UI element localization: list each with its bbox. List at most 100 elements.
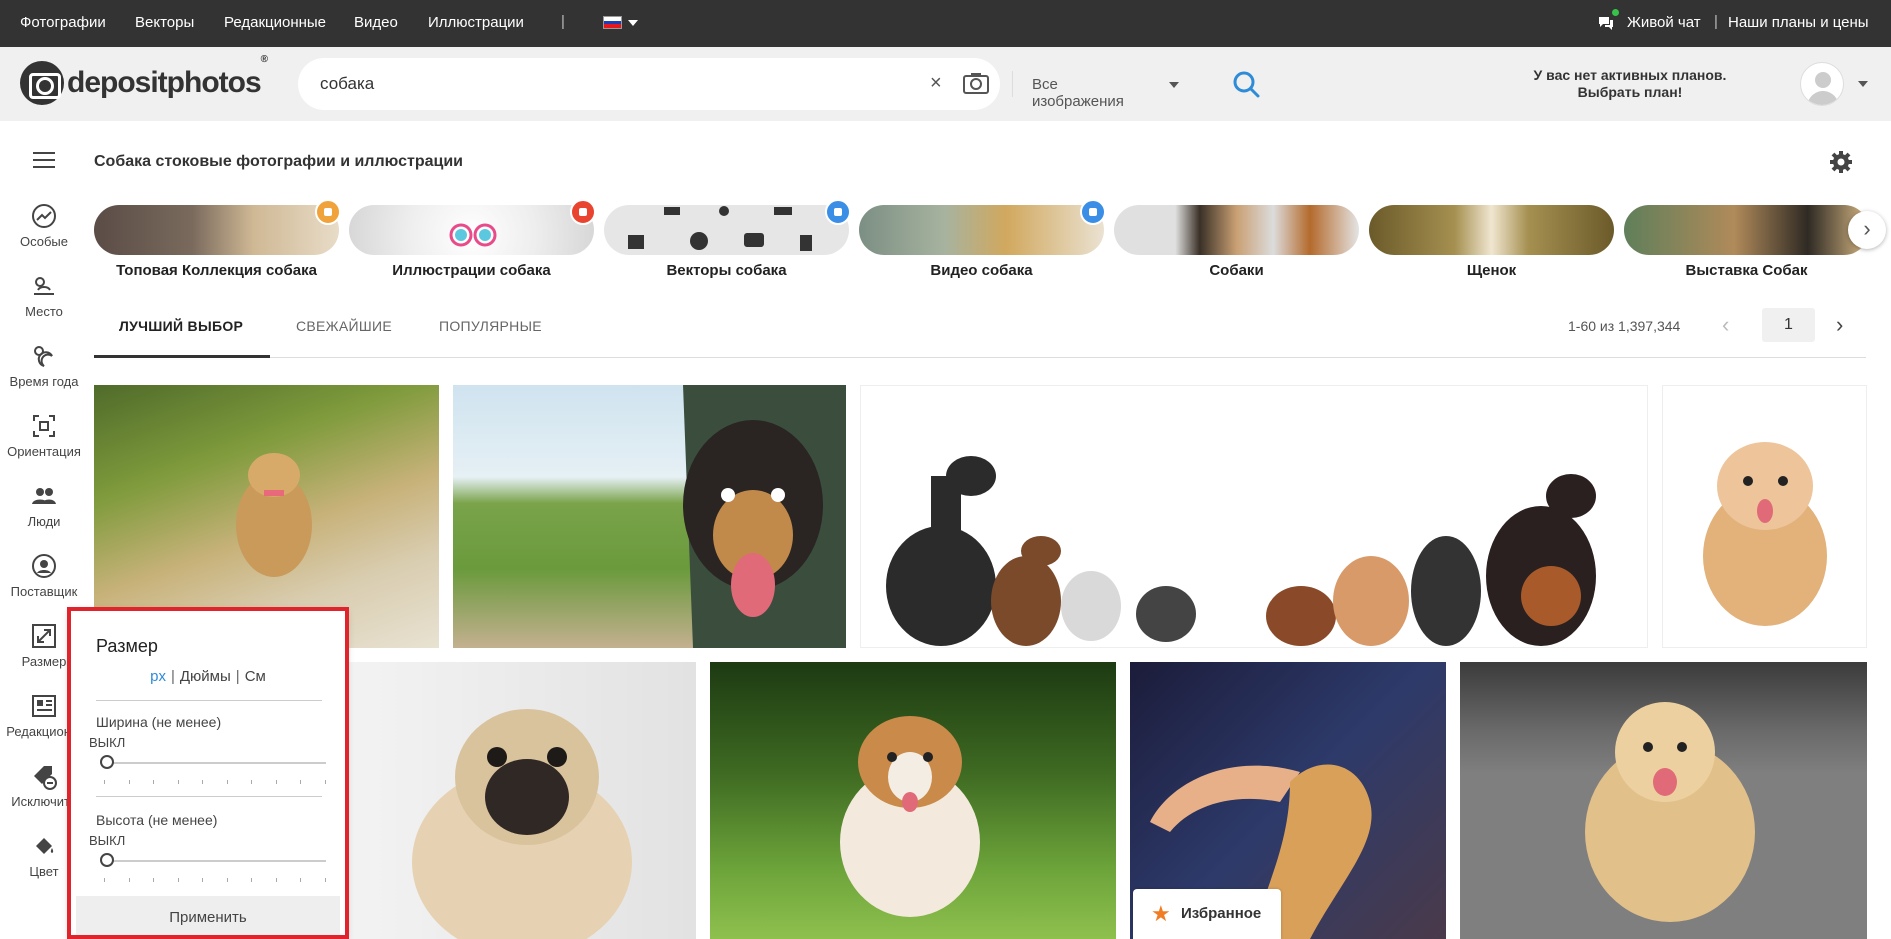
unit-inches[interactable]: Дюймы <box>180 668 231 685</box>
size-filter-title: Размер <box>96 636 158 656</box>
category-label[interactable]: Собаки <box>1114 262 1359 279</box>
category-video[interactable] <box>859 205 1104 255</box>
plan-notice-line1: У вас нет активных планов. <box>1533 67 1727 83</box>
depositphotos-logo[interactable]: depositphotos® <box>20 54 268 106</box>
sidebar-item-label: Размер <box>21 654 67 669</box>
nav-video[interactable]: Видео <box>354 14 398 31</box>
sidebar-item-special[interactable]: Особые <box>0 202 88 249</box>
camera-logo-icon <box>20 61 64 105</box>
unit-px[interactable]: px <box>150 668 166 685</box>
nav-editorial[interactable]: Редакционные <box>224 14 326 31</box>
tab-newest[interactable]: СВЕЖАЙШИЕ <box>296 318 392 334</box>
exclude-tag-icon <box>34 766 57 790</box>
user-avatar-icon <box>1807 72 1839 105</box>
category-dogs[interactable] <box>1114 205 1359 255</box>
sidebar-item-people[interactable]: Люди <box>0 482 88 529</box>
photo-tile[interactable] <box>710 662 1116 939</box>
divider <box>96 796 322 797</box>
photo-tile[interactable] <box>1460 662 1867 939</box>
photo-tile[interactable] <box>453 385 846 648</box>
paint-bucket-icon <box>36 838 54 854</box>
plans-prices-link[interactable]: Наши планы и цены <box>1728 14 1869 31</box>
brush-icon <box>570 199 596 225</box>
category-illustrations[interactable] <box>349 205 594 255</box>
logo-text: depositphotos® <box>67 54 268 99</box>
image-type-select[interactable]: Все изображения <box>1032 76 1124 110</box>
category-top-collection[interactable] <box>94 205 339 255</box>
choose-plan-link[interactable]: Выбрать план! <box>1520 84 1740 101</box>
sidebar-item-season[interactable]: Время года <box>0 342 88 389</box>
search-divider <box>1012 71 1013 97</box>
width-slider-handle[interactable] <box>100 755 114 769</box>
photo-tile[interactable] <box>94 385 439 648</box>
category-label[interactable]: Видео собака <box>859 262 1104 279</box>
chat-icon[interactable] <box>1597 15 1615 31</box>
search-icon[interactable] <box>1232 70 1260 98</box>
search-bar: собака × Все изображения <box>298 58 1260 110</box>
height-slider-ticks <box>104 878 326 882</box>
avatar[interactable] <box>1800 62 1844 106</box>
unit-selector: px | Дюймы | См <box>70 668 346 685</box>
favorites-label: Избранное <box>1181 905 1262 922</box>
sidebar-item-label: Особые <box>19 234 68 249</box>
category-label[interactable]: Выставка Собак <box>1624 262 1869 279</box>
photo-tile[interactable] <box>1662 385 1867 648</box>
category-vectors[interactable] <box>604 205 849 255</box>
people-icon <box>32 488 56 504</box>
category-label[interactable]: Топовая Коллекция собака <box>94 262 339 279</box>
category-puppy[interactable] <box>1369 205 1614 255</box>
unit-separator: | <box>170 668 175 685</box>
apply-button[interactable]: Применить <box>76 896 340 939</box>
photo-tile[interactable] <box>860 385 1648 648</box>
clear-search-icon[interactable]: × <box>930 72 942 95</box>
nav-vectors[interactable]: Векторы <box>135 14 194 31</box>
sidebar-item-contributor[interactable]: Поставщик <box>0 552 88 599</box>
nav-photos[interactable]: Фотографии <box>20 14 106 31</box>
sidebar-item-orientation[interactable]: Ориентация <box>0 412 88 459</box>
category-label[interactable]: Щенок <box>1369 262 1614 279</box>
results-count: 1-60 из 1,397,344 <box>1568 318 1681 334</box>
width-slider-ticks <box>104 780 326 784</box>
running-terrier-photo <box>236 453 312 577</box>
sidebar-item-place[interactable]: Место <box>0 272 88 319</box>
chevron-down-icon[interactable] <box>1169 82 1179 88</box>
search-input[interactable]: собака <box>320 74 374 94</box>
resize-icon <box>32 624 56 648</box>
sidebar-item-label: Поставщик <box>10 584 78 599</box>
tab-popular[interactable]: ПОПУЛЯРНЫЕ <box>439 318 542 334</box>
height-slider-track[interactable] <box>104 860 326 862</box>
prev-page-icon[interactable]: ‹ <box>1722 312 1729 338</box>
width-slider-track[interactable] <box>104 762 326 764</box>
dog-illustration-thumbnail <box>449 223 497 247</box>
nav-illustrations[interactable]: Иллюстрации <box>428 14 524 31</box>
nav-right-separator: | <box>1714 13 1718 30</box>
sidebar-item-label: Время года <box>9 374 79 389</box>
language-dropdown-icon[interactable] <box>628 20 638 26</box>
golden-retriever-on-sofa-photo <box>1460 702 1867 939</box>
chevron-right-icon[interactable]: › <box>1848 211 1886 249</box>
menu-icon[interactable] <box>33 152 55 173</box>
orientation-icon <box>33 415 55 437</box>
plan-notice[interactable]: У вас нет активных планов. Выбрать план! <box>1520 67 1740 101</box>
sidebar-item-label: Исключить <box>11 794 77 809</box>
tab-best[interactable]: ЛУЧШИЙ ВЫБОР <box>119 318 243 334</box>
favorites-button[interactable]: ★ Избранное <box>1133 889 1281 939</box>
camera-search-icon[interactable] <box>962 71 990 95</box>
live-chat-link[interactable]: Живой чат <box>1627 14 1701 31</box>
next-page-icon[interactable]: › <box>1836 312 1843 338</box>
header: depositphotos® собака × Все изображения … <box>0 47 1891 121</box>
height-slider-handle[interactable] <box>100 853 114 867</box>
category-label[interactable]: Иллюстрации собака <box>349 262 594 279</box>
page-number-input[interactable]: 1 <box>1762 308 1815 342</box>
account-menu-chevron-icon[interactable] <box>1858 81 1868 87</box>
photo-tile[interactable] <box>347 662 696 939</box>
category-dog-show[interactable] <box>1624 205 1869 255</box>
russian-flag-icon[interactable] <box>603 16 622 29</box>
gear-icon[interactable] <box>1829 150 1853 174</box>
width-value: ВЫКЛ <box>89 735 126 750</box>
category-label[interactable]: Векторы собака <box>604 262 849 279</box>
width-label: Ширина (не менее) <box>96 714 222 730</box>
size-filter-popup: Размер px | Дюймы | См Ширина (не менее) ВЫК… <box>70 610 346 939</box>
dog-car-window-photo <box>683 385 846 648</box>
unit-cm[interactable]: См <box>245 668 266 685</box>
